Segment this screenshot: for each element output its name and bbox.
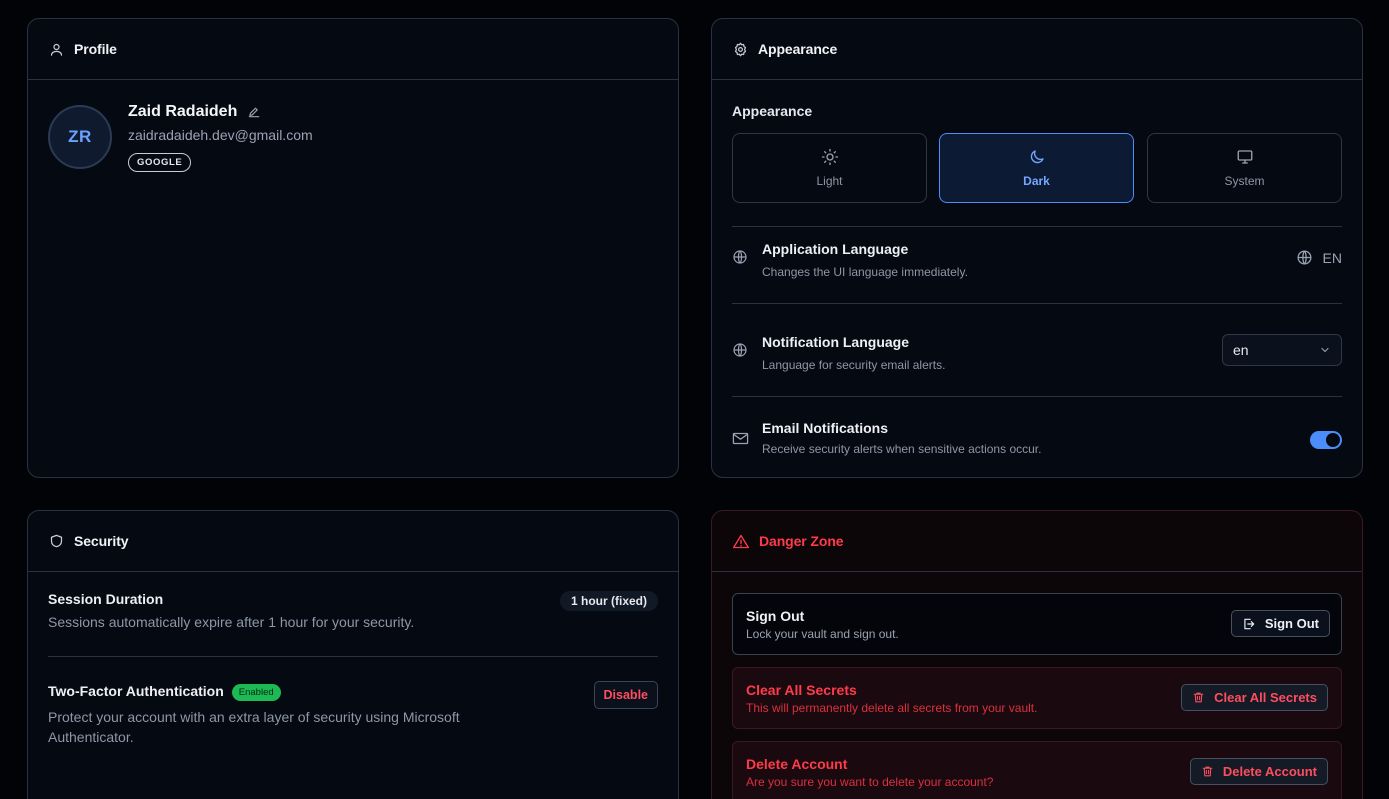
notification-language-select[interactable]: en <box>1222 334 1342 366</box>
email-notifications-description: Receive security alerts when sensitive a… <box>762 442 1042 456</box>
delete-account-button-label: Delete Account <box>1222 764 1317 779</box>
profile-email: zaidradaideh.dev@gmail.com <box>128 127 313 143</box>
clear-secrets-row: Clear All Secrets This will permanently … <box>732 667 1342 729</box>
clear-secrets-description: This will permanently delete all secrets… <box>746 701 1038 715</box>
email-notifications-toggle[interactable] <box>1310 431 1342 449</box>
sun-icon <box>821 148 839 166</box>
app-language-value: EN <box>1322 249 1342 266</box>
theme-option-label: System <box>1224 174 1265 188</box>
delete-account-title: Delete Account <box>746 756 848 772</box>
app-language-row: Application Language Changes the UI lang… <box>732 241 1342 301</box>
delete-account-description: Are you sure you want to delete your acc… <box>746 775 994 789</box>
appearance-title: Appearance <box>758 41 838 57</box>
theme-option-label: Light <box>816 174 843 188</box>
theme-option-system[interactable]: System <box>1147 133 1342 203</box>
notification-language-row: Notification Language Language for secur… <box>732 334 1342 394</box>
two-factor-title-row: Two-Factor Authentication Enabled <box>48 683 281 701</box>
clear-secrets-title: Clear All Secrets <box>746 682 857 698</box>
disable-2fa-button[interactable]: Disable <box>593 681 658 709</box>
theme-option-light[interactable]: Light <box>732 133 927 203</box>
session-duration-badge: 1 hour (fixed) <box>559 591 658 611</box>
two-factor-title: Two-Factor Authentication <box>48 683 224 699</box>
danger-zone-title: Danger Zone <box>759 533 844 549</box>
divider <box>48 656 658 657</box>
status-badge: Enabled <box>231 684 281 701</box>
notification-language-description: Language for security email alerts. <box>762 358 946 372</box>
sign-out-title: Sign Out <box>746 608 805 624</box>
profile-name-row: Zaid Radaideh <box>128 103 261 121</box>
monitor-icon <box>1236 148 1254 166</box>
appearance-header: Appearance <box>712 19 1362 80</box>
trash-icon <box>1192 691 1205 704</box>
security-card: Security Session Duration Sessions autom… <box>27 510 679 799</box>
appearance-card: Appearance Appearance Light Dark System … <box>711 18 1363 478</box>
app-language-selector[interactable]: EN <box>1296 249 1342 266</box>
delete-account-row: Delete Account Are you sure you want to … <box>732 741 1342 799</box>
notification-language-value: en <box>1233 342 1249 358</box>
session-duration-title: Session Duration <box>48 591 164 607</box>
trash-icon <box>1201 765 1214 778</box>
sign-out-button-label: Sign Out <box>1264 616 1319 631</box>
delete-account-button[interactable]: Delete Account <box>1189 758 1328 785</box>
session-duration-description: Sessions automatically expire after 1 ho… <box>48 614 415 630</box>
provider-badge: GOOGLE <box>128 153 192 172</box>
security-title: Security <box>74 533 129 549</box>
user-icon <box>49 42 64 57</box>
profile-card: Profile ZR Zaid Radaideh zaidradaideh.de… <box>27 18 679 478</box>
gear-icon <box>733 42 748 57</box>
globe-icon <box>732 342 748 358</box>
email-notifications-title: Email Notifications <box>762 420 889 436</box>
app-language-description: Changes the UI language immediately. <box>762 265 968 279</box>
avatar: ZR <box>48 105 112 169</box>
sign-out-icon <box>1242 617 1256 631</box>
divider <box>732 396 1342 397</box>
globe-icon <box>1296 249 1313 266</box>
toggle-knob <box>1326 433 1340 447</box>
sign-out-row: Sign Out Lock your vault and sign out. S… <box>732 593 1342 655</box>
profile-title: Profile <box>74 41 117 57</box>
sign-out-button[interactable]: Sign Out <box>1230 610 1330 637</box>
profile-name: Zaid Radaideh <box>128 103 238 120</box>
sign-out-description: Lock your vault and sign out. <box>746 627 899 641</box>
warning-icon <box>733 534 749 549</box>
theme-option-dark[interactable]: Dark <box>939 133 1134 203</box>
divider <box>732 226 1342 227</box>
email-notifications-row: Email Notifications Receive security ale… <box>732 420 1342 460</box>
moon-icon <box>1028 148 1046 166</box>
globe-icon <box>732 249 748 265</box>
notification-language-title: Notification Language <box>762 334 909 350</box>
app-language-title: Application Language <box>762 241 909 257</box>
shield-icon <box>49 533 64 549</box>
danger-zone-header: Danger Zone <box>712 511 1362 572</box>
divider <box>732 303 1342 304</box>
security-header: Security <box>28 511 678 572</box>
danger-zone-card: Danger Zone Sign Out Lock your vault and… <box>711 510 1363 799</box>
edit-icon[interactable] <box>247 105 261 119</box>
profile-header: Profile <box>28 19 678 80</box>
two-factor-description: Protect your account with an extra layer… <box>48 709 460 745</box>
chevron-down-icon <box>1319 344 1331 356</box>
mail-icon <box>732 431 749 446</box>
appearance-section-label: Appearance <box>732 103 813 119</box>
theme-option-label: Dark <box>1023 174 1050 188</box>
clear-secrets-button-label: Clear All Secrets <box>1214 690 1317 705</box>
clear-secrets-button[interactable]: Clear All Secrets <box>1181 684 1328 711</box>
